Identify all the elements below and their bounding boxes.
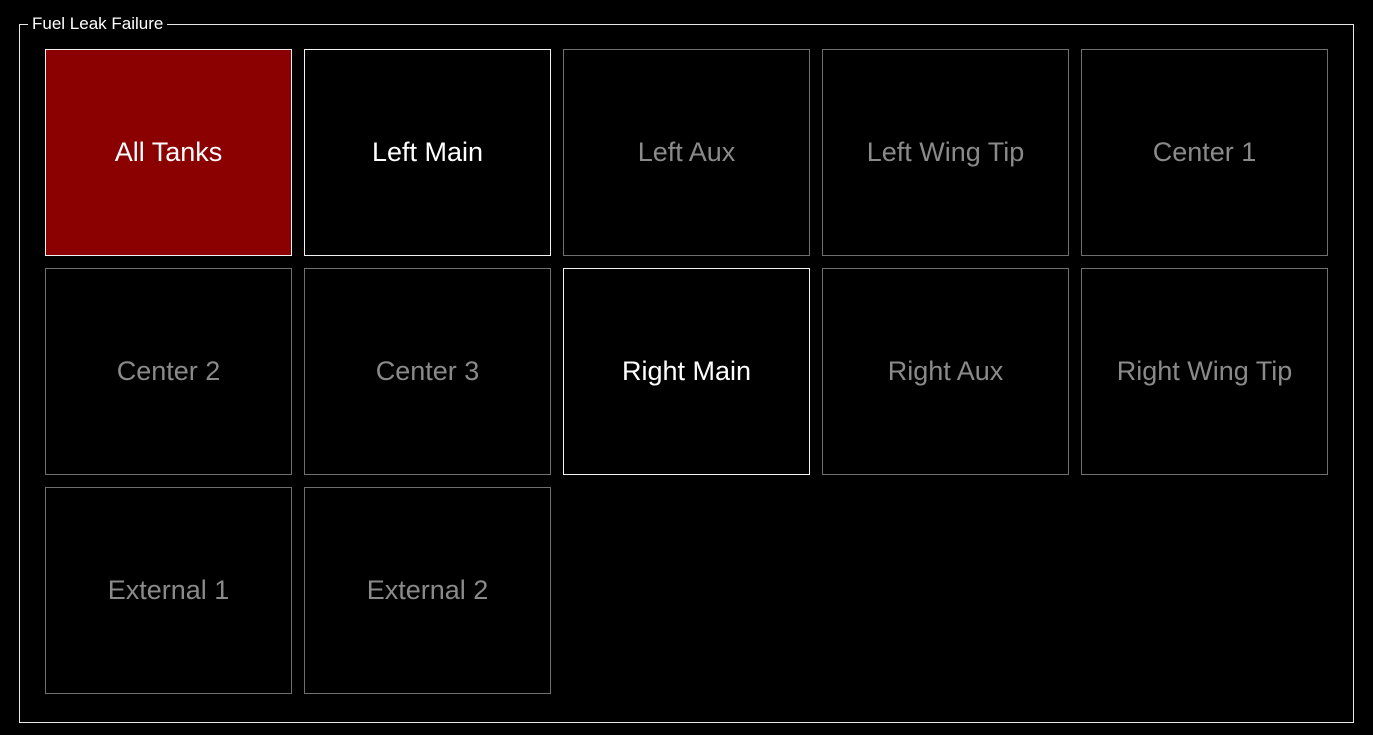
- panel-title: Fuel Leak Failure: [28, 14, 168, 34]
- tank-button-right-aux[interactable]: Right Aux: [822, 268, 1069, 475]
- tank-button-label: Left Main: [371, 137, 484, 167]
- tank-button-label: Right Wing Tip: [1116, 356, 1293, 386]
- tank-button-grid: All Tanks Left Main Left Aux Left Wing T…: [45, 49, 1328, 694]
- tank-button-label: External 1: [107, 575, 230, 605]
- tank-button-center-1[interactable]: Center 1: [1081, 49, 1328, 256]
- tank-button-label: Left Aux: [637, 137, 736, 167]
- tank-button-left-wing-tip[interactable]: Left Wing Tip: [822, 49, 1069, 256]
- tank-button-label: Center 2: [116, 356, 221, 386]
- tank-button-label: Right Main: [621, 356, 752, 386]
- tank-button-left-main[interactable]: Left Main: [304, 49, 551, 256]
- tank-button-label: Center 3: [375, 356, 480, 386]
- tank-button-center-3[interactable]: Center 3: [304, 268, 551, 475]
- tank-button-label: All Tanks: [114, 137, 223, 167]
- tank-button-center-2[interactable]: Center 2: [45, 268, 292, 475]
- tank-button-label: External 2: [366, 575, 489, 605]
- tank-button-right-wing-tip[interactable]: Right Wing Tip: [1081, 268, 1328, 475]
- tank-button-external-1[interactable]: External 1: [45, 487, 292, 694]
- tank-button-label: Center 1: [1152, 137, 1257, 167]
- tank-button-left-aux[interactable]: Left Aux: [563, 49, 810, 256]
- tank-button-label: Right Aux: [887, 356, 1004, 386]
- tank-button-external-2[interactable]: External 2: [304, 487, 551, 694]
- tank-button-label: Left Wing Tip: [866, 137, 1025, 167]
- tank-button-right-main[interactable]: Right Main: [563, 268, 810, 475]
- tank-button-all-tanks[interactable]: All Tanks: [45, 49, 292, 256]
